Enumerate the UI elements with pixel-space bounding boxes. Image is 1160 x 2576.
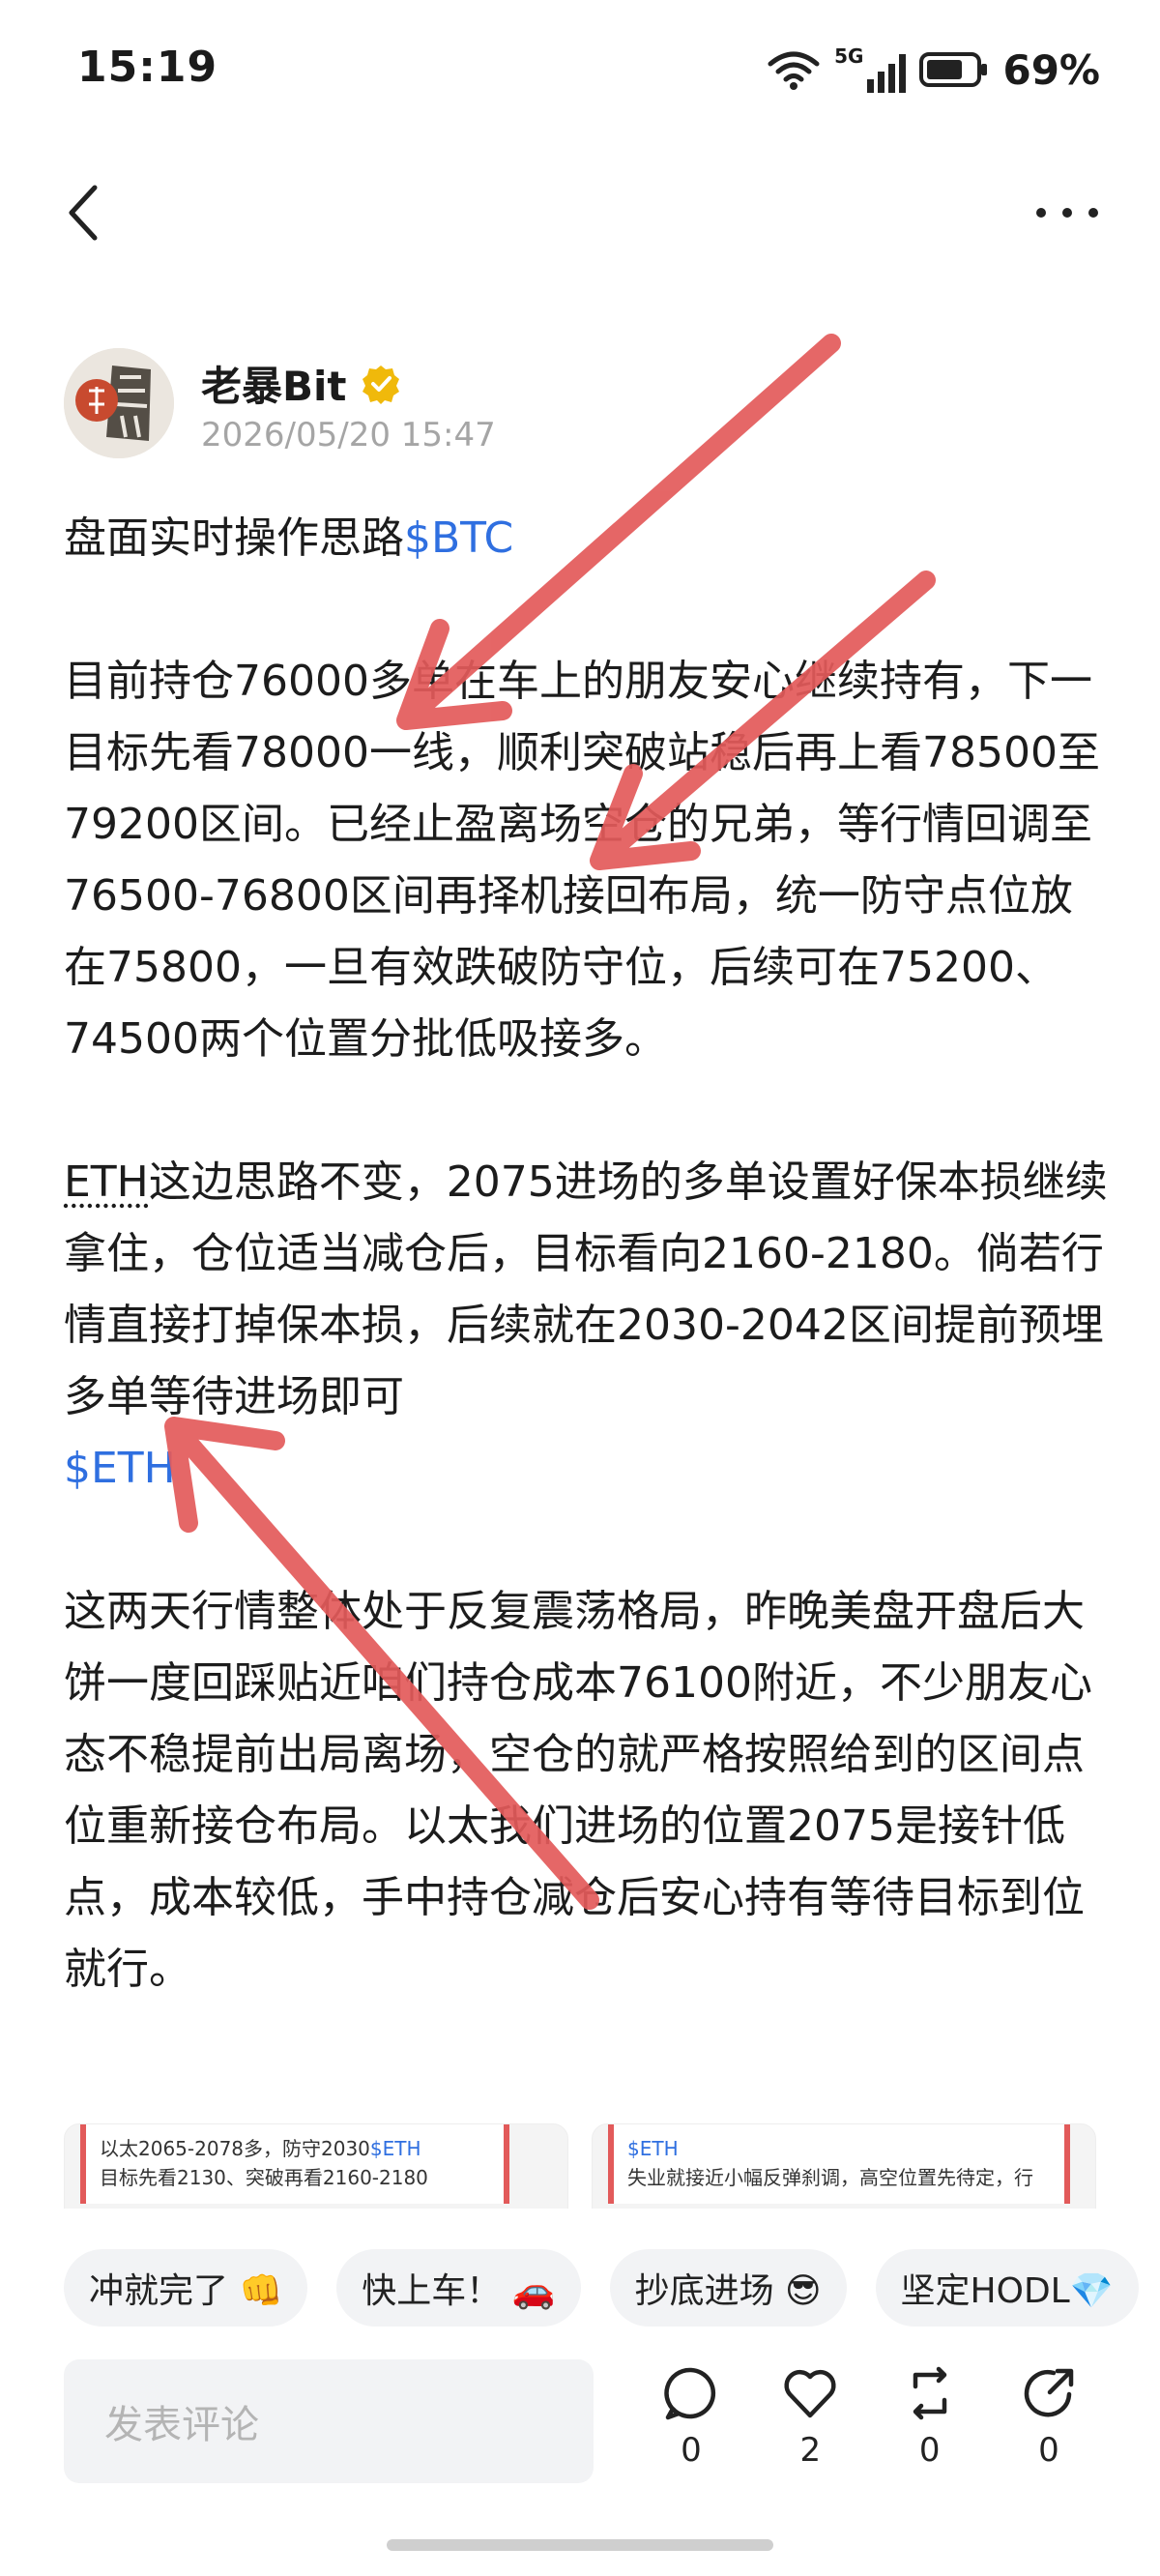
battery-percent: 69% bbox=[1002, 45, 1100, 94]
status-bar: 15:19 5G 69% bbox=[0, 0, 1160, 145]
post-paragraph-summary: 这两天行情整体处于反复震荡格局，昨晚美盘开盘后大饼一度回踩贴近咱们持仓成本761… bbox=[64, 1587, 1092, 1994]
post-intro-text: 盘面实时操作思路 bbox=[64, 513, 404, 563]
comment-icon bbox=[664, 2367, 716, 2420]
author-name[interactable]: 老暴Bit bbox=[201, 354, 347, 413]
eth-paragraph-text: 这边思路不变，2075进场的多单设置好保本损继续拿住，仓位适当减仓后，目标看向2… bbox=[64, 1157, 1108, 1421]
signal-5g-icon: 5G bbox=[834, 44, 907, 93]
comment-input[interactable]: 发表评论 bbox=[64, 2359, 594, 2483]
post-paragraph-btc: 目前持仓76000多单在车上的朋友安心继续持有，下一目标先看78000一线，顺利… bbox=[64, 657, 1100, 1064]
like-button[interactable]: 2 bbox=[757, 2365, 863, 2491]
back-button[interactable] bbox=[54, 174, 112, 251]
eth-tag-link[interactable]: $ETH bbox=[64, 1444, 176, 1493]
home-indicator[interactable] bbox=[387, 2539, 773, 2551]
thumb2-line2: 失业就接近小幅反弹刹调，高空位置先待定，行 bbox=[627, 2166, 1033, 2189]
post-line-1: 盘面实时操作思路$BTC bbox=[64, 503, 1108, 574]
share-button[interactable]: 0 bbox=[996, 2365, 1102, 2491]
quick-reply-3[interactable]: 抄底进场 😎 bbox=[609, 2249, 847, 2327]
status-time: 15:19 bbox=[77, 43, 218, 92]
share-count: 0 bbox=[1038, 2431, 1059, 2470]
btc-tag-link[interactable]: $BTC bbox=[404, 513, 513, 563]
comment-button[interactable]: 0 bbox=[638, 2365, 744, 2491]
post-images: 以太2065-2078多，防守2030$ETH 目标先看2130、突破再看216… bbox=[64, 2123, 1096, 2209]
thumb1-line1: 以太2065-2078多，防守2030$ETH bbox=[100, 2137, 421, 2160]
eth-term[interactable]: ETH bbox=[64, 1157, 149, 1207]
repost-button[interactable]: 0 bbox=[877, 2365, 983, 2491]
repost-icon bbox=[913, 2366, 946, 2420]
action-bar: 0 2 0 0 bbox=[638, 2365, 1102, 2491]
more-dots-icon bbox=[1036, 208, 1098, 218]
wifi-icon bbox=[768, 51, 820, 90]
chevron-left-icon bbox=[69, 185, 98, 241]
network-label: 5G bbox=[834, 44, 864, 68]
status-icons: 5G 69% bbox=[767, 43, 1100, 97]
thumb2-tag: $ETH bbox=[627, 2137, 679, 2160]
avatar-logo bbox=[64, 348, 174, 458]
thumb1-line2: 目标先看2130、突破再看2160-2180 bbox=[100, 2166, 428, 2189]
comment-count: 0 bbox=[681, 2431, 702, 2470]
battery-icon bbox=[919, 52, 988, 87]
quick-reply-1[interactable]: 冲就完了 👊 bbox=[64, 2249, 308, 2327]
heart-icon bbox=[784, 2369, 836, 2418]
like-count: 2 bbox=[799, 2431, 822, 2470]
avatar[interactable] bbox=[64, 348, 174, 458]
author-name-row[interactable]: 老暴Bit bbox=[201, 354, 401, 413]
verified-badge-icon bbox=[362, 365, 399, 404]
post-content: 盘面实时操作思路$BTC 目前持仓76000多单在车上的朋友安心继续持有，下一目… bbox=[64, 503, 1108, 2005]
quick-replies: 冲就完了 👊 快上车！ 🚗 抄底进场 😎 坚定HODL💎 bbox=[64, 2249, 1160, 2327]
post-image-1[interactable]: 以太2065-2078多，防守2030$ETH 目标先看2130、突破再看216… bbox=[64, 2123, 568, 2209]
share-icon bbox=[1024, 2368, 1074, 2417]
quick-reply-2[interactable]: 快上车！ 🚗 bbox=[336, 2249, 581, 2327]
post-timestamp: 2026/05/20 15:47 bbox=[201, 416, 496, 454]
quick-reply-4[interactable]: 坚定HODL💎 bbox=[875, 2249, 1139, 2327]
more-button[interactable] bbox=[1029, 184, 1106, 242]
repost-count: 0 bbox=[918, 2431, 941, 2470]
post-image-2[interactable]: $ETH 失业就接近小幅反弹刹调，高空位置先待定，行 bbox=[592, 2123, 1096, 2209]
post-paragraph-eth: ETH这边思路不变，2075进场的多单设置好保本损继续拿住，仓位适当减仓后，目标… bbox=[64, 1147, 1108, 1505]
